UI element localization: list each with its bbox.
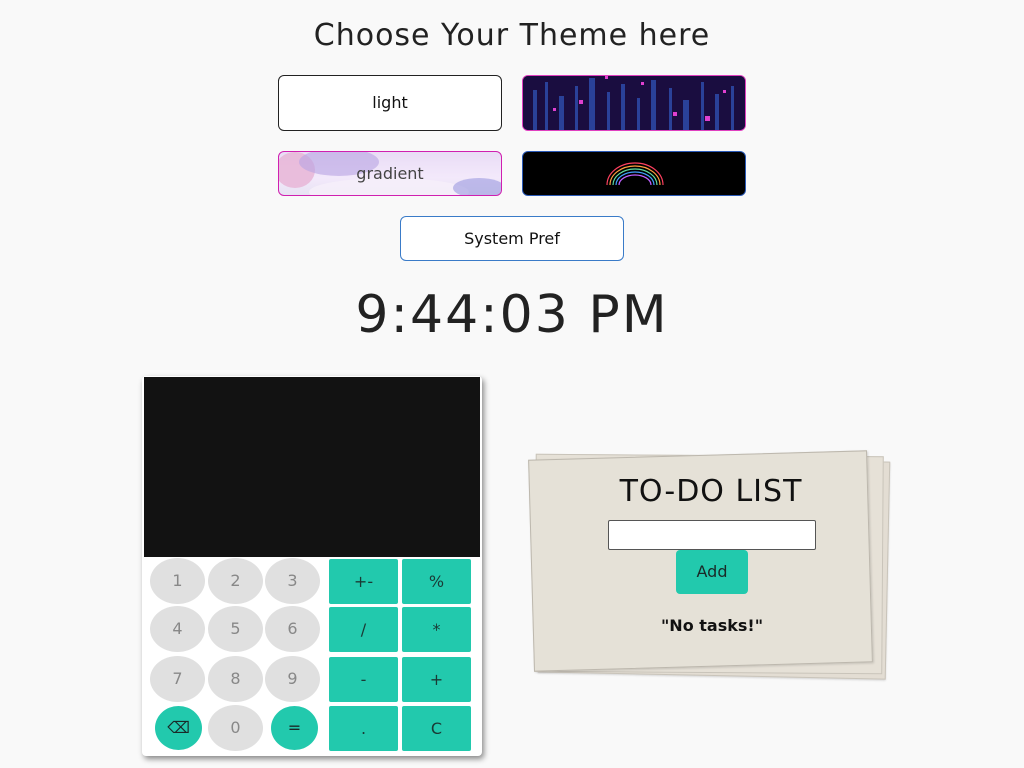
equals-button[interactable]: = (271, 706, 318, 750)
key-8[interactable]: 8 (208, 656, 263, 702)
key-3[interactable]: 3 (265, 558, 320, 604)
key-multiply[interactable]: * (402, 607, 471, 652)
calculator: 1 2 3 +- % 4 5 6 / * 7 8 9 - + ⌫ 0 = . C (142, 376, 482, 756)
theme-light-button[interactable]: light (278, 75, 502, 131)
clock-display: 9:44:03 PM (355, 285, 669, 345)
key-1[interactable]: 1 (150, 558, 205, 604)
theme-gradient-button[interactable]: gradient (278, 151, 502, 196)
key-divide[interactable]: / (329, 607, 398, 652)
page-title: Choose Your Theme here (313, 18, 711, 53)
neon-city-image (523, 76, 745, 130)
calculator-display (144, 377, 480, 557)
theme-neon-button[interactable] (522, 75, 746, 131)
todo-empty-message: "No tasks!" (660, 616, 764, 635)
key-0[interactable]: 0 (208, 705, 263, 751)
key-4[interactable]: 4 (150, 606, 205, 652)
todo-input[interactable] (608, 520, 816, 550)
key-2[interactable]: 2 (208, 558, 263, 604)
todo-add-button[interactable]: Add (676, 550, 748, 594)
rainbow-arc-image (606, 162, 664, 186)
key-7[interactable]: 7 (150, 656, 205, 702)
theme-gradient-label: gradient (356, 164, 424, 183)
key-6[interactable]: 6 (265, 606, 320, 652)
theme-system-pref-button[interactable]: System Pref (400, 216, 624, 261)
key-plus-minus[interactable]: +- (329, 559, 398, 604)
key-minus[interactable]: - (329, 657, 398, 702)
key-dot[interactable]: . (329, 706, 398, 751)
backspace-button[interactable]: ⌫ (155, 706, 202, 750)
theme-dark-button[interactable] (522, 151, 746, 196)
key-plus[interactable]: + (402, 657, 471, 702)
key-9[interactable]: 9 (265, 656, 320, 702)
clear-button[interactable]: C (402, 706, 471, 751)
theme-light-label: light (372, 93, 408, 112)
key-percent[interactable]: % (402, 559, 471, 604)
todo-title: TO-DO LIST (619, 474, 803, 509)
theme-system-label: System Pref (464, 229, 560, 248)
key-5[interactable]: 5 (208, 606, 263, 652)
